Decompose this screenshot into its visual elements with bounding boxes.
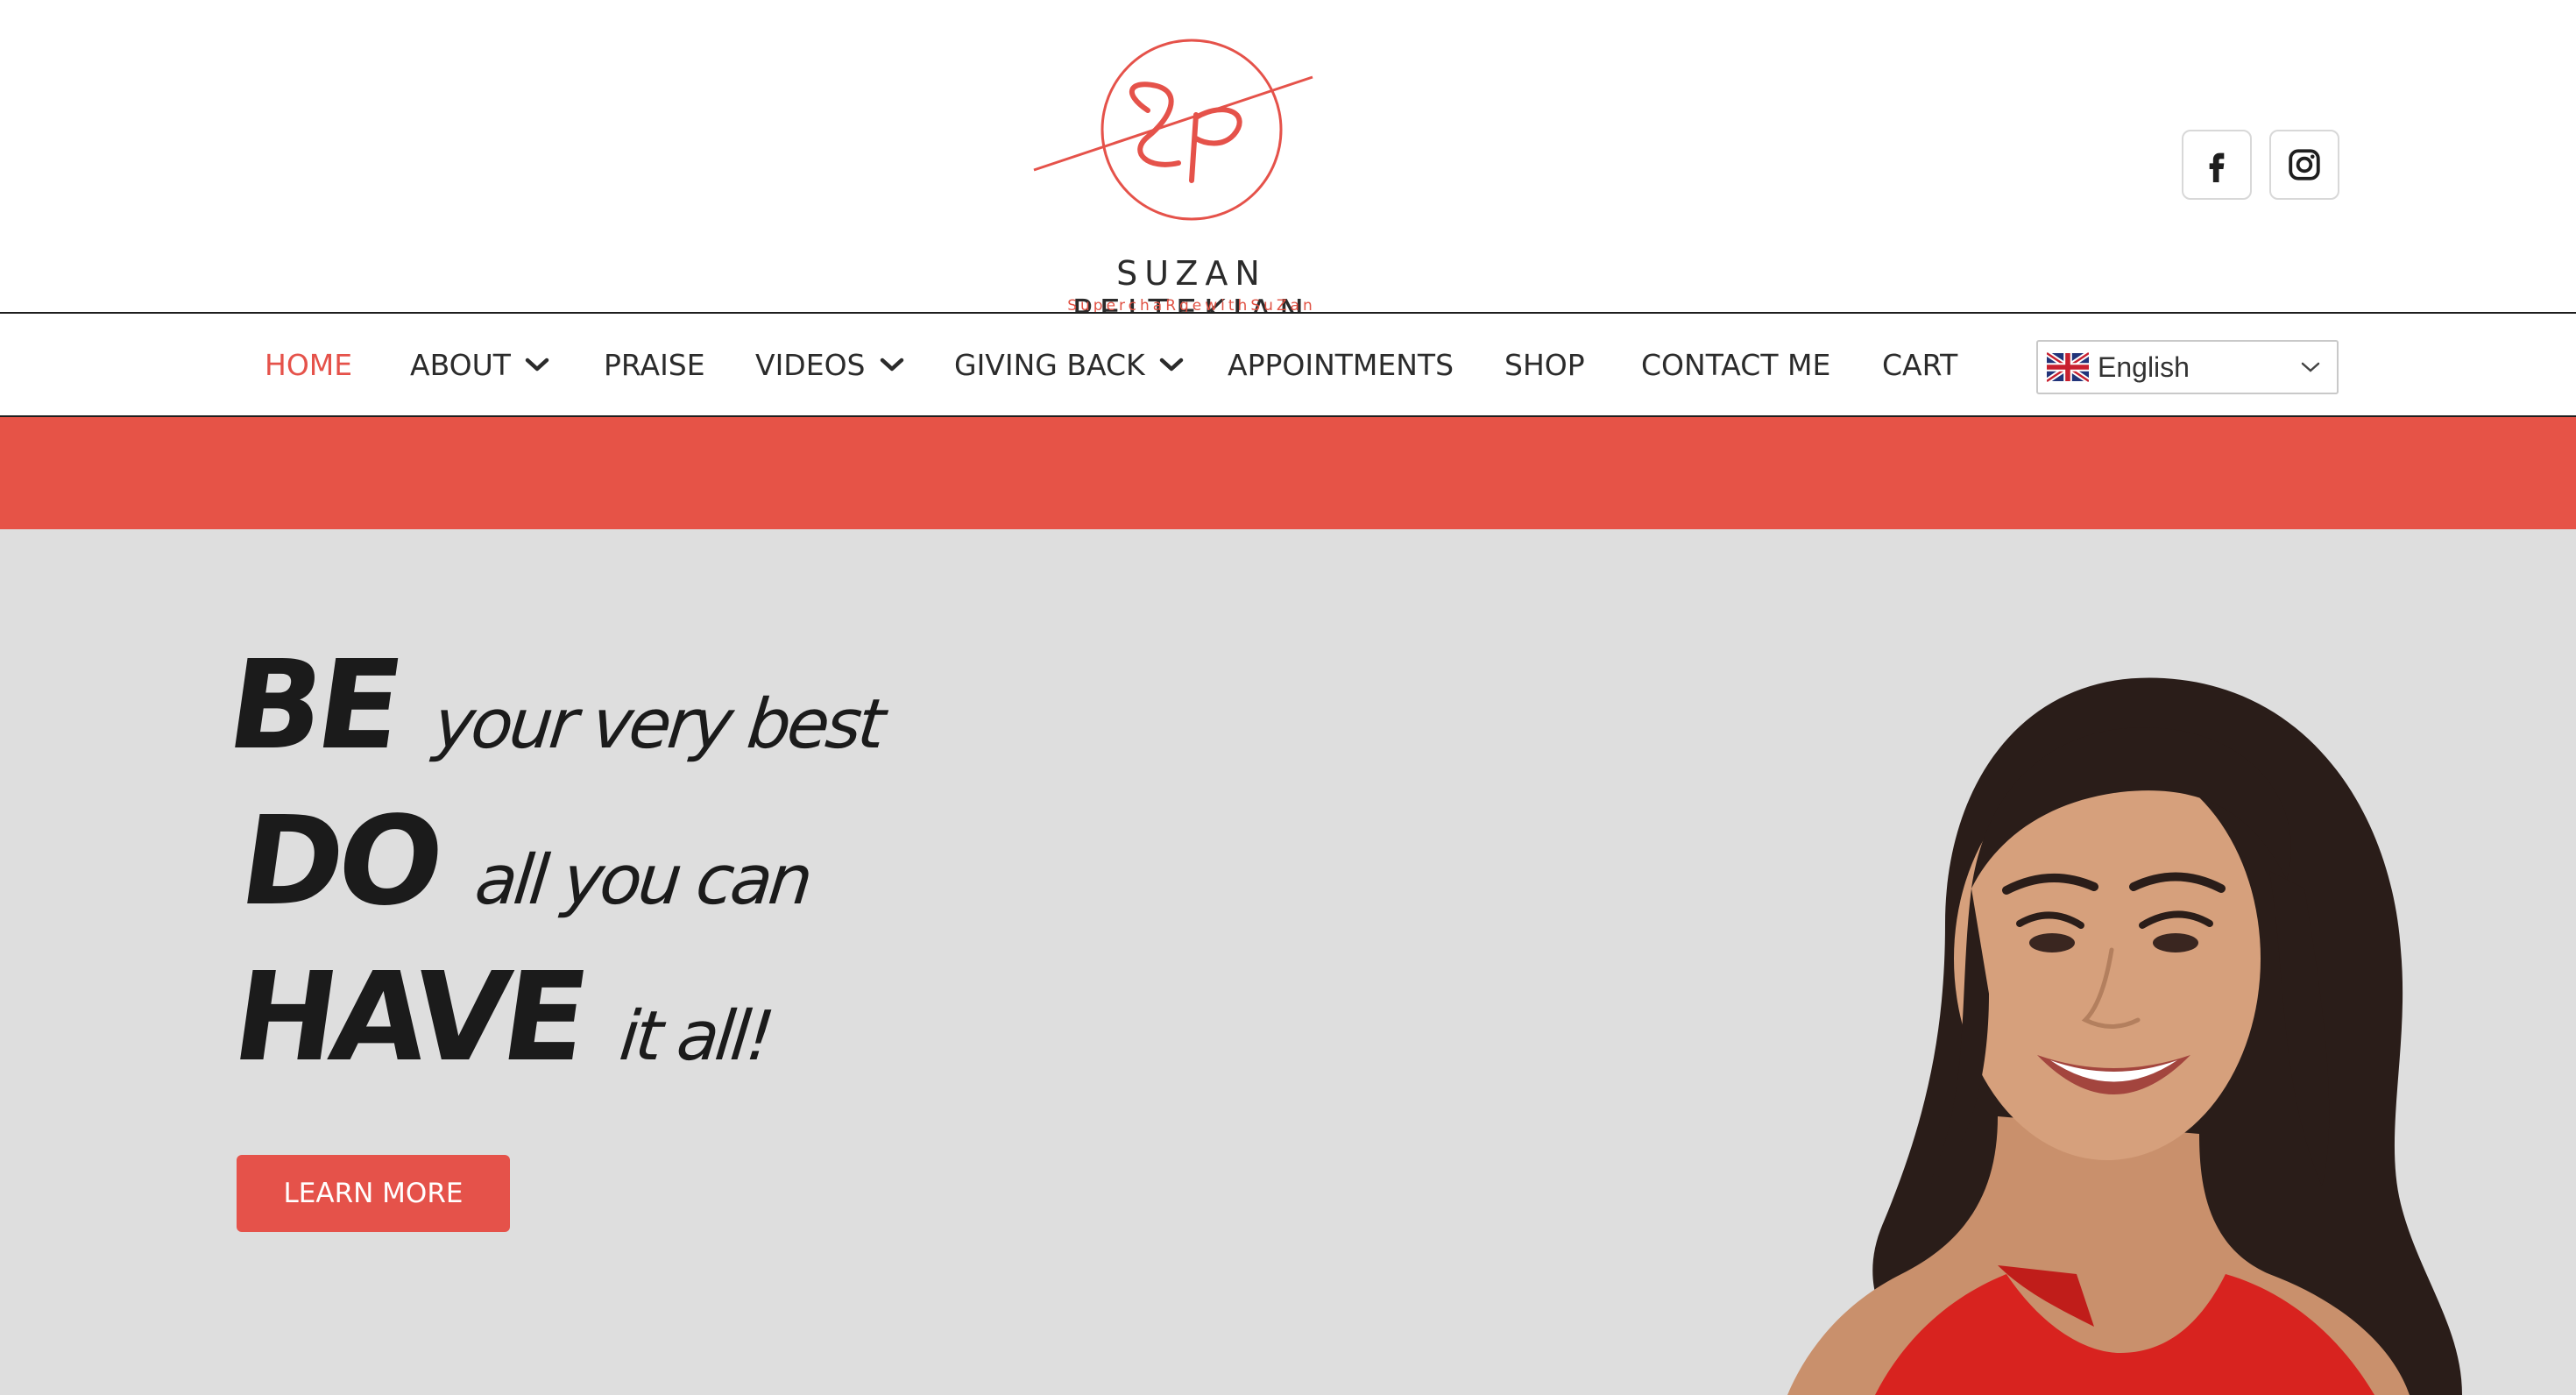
nav-label: GIVING BACK bbox=[954, 347, 1145, 382]
instagram-icon bbox=[2289, 149, 2320, 181]
nav-item-about[interactable]: ABOUT bbox=[410, 314, 549, 415]
site-logo[interactable]: SUZAN PELTEKIAN SuperchaRgewithSuZan bbox=[1016, 32, 1367, 331]
nav-item-home[interactable]: HOME bbox=[265, 314, 352, 415]
nav-label: APPOINTMENTS bbox=[1228, 347, 1454, 382]
nav-item-appointments[interactable]: APPOINTMENTS bbox=[1228, 314, 1454, 415]
portrait-photo bbox=[1787, 677, 2462, 1395]
tagline-row-be: BE your very best bbox=[220, 634, 887, 777]
chevron-down-icon bbox=[2301, 362, 2320, 372]
hero-section: BE your very best DO all you can HAVE it al… bbox=[0, 529, 2576, 1395]
nav-item-praise[interactable]: PRAISE bbox=[604, 314, 705, 415]
nav-item-contact-me[interactable]: CONTACT ME bbox=[1641, 314, 1830, 415]
chevron-down-icon bbox=[880, 358, 903, 372]
tagline-small: it all! bbox=[616, 997, 775, 1076]
facebook-icon bbox=[2209, 152, 2225, 182]
accent-banner bbox=[0, 417, 2576, 529]
learn-more-button[interactable]: LEARN MORE bbox=[237, 1155, 510, 1232]
main-nav: HOME ABOUT PRAISE VIDEOS GIVING BACK APP… bbox=[0, 312, 2576, 417]
language-select[interactable]: English bbox=[2036, 340, 2339, 394]
uk-flag-icon bbox=[2047, 352, 2089, 382]
nav-item-giving-back[interactable]: GIVING BACK bbox=[954, 314, 1184, 415]
tagline-big: HAVE bbox=[224, 946, 592, 1089]
instagram-button[interactable] bbox=[2269, 130, 2339, 200]
tagline-big: DO bbox=[231, 790, 448, 933]
nav-item-videos[interactable]: VIDEOS bbox=[755, 314, 904, 415]
facebook-button[interactable] bbox=[2182, 130, 2252, 200]
tagline-big: BE bbox=[219, 634, 407, 777]
site-header: SUZAN PELTEKIAN SuperchaRgewithSuZan bbox=[0, 0, 2576, 331]
tagline-row-have: HAVE it all! bbox=[225, 946, 775, 1089]
tagline-row-do: DO all you can bbox=[232, 790, 814, 933]
nav-label: PRAISE bbox=[604, 347, 705, 382]
nav-item-cart[interactable]: CART bbox=[1882, 314, 1957, 415]
nav-label: VIDEOS bbox=[755, 347, 866, 382]
chevron-down-icon bbox=[525, 358, 549, 372]
nav-label: CART bbox=[1882, 347, 1958, 382]
sp-monogram-icon bbox=[1033, 39, 1313, 221]
nav-label: SHOP bbox=[1504, 347, 1585, 382]
language-label: English bbox=[2098, 351, 2190, 383]
tagline-small: all you can bbox=[471, 841, 814, 920]
nav-label: ABOUT bbox=[410, 347, 511, 382]
nav-label: HOME bbox=[265, 347, 353, 382]
tagline-small: your very best bbox=[430, 685, 887, 764]
nav-item-shop[interactable]: SHOP bbox=[1504, 314, 1585, 415]
nav-label: CONTACT ME bbox=[1641, 347, 1831, 382]
chevron-down-icon bbox=[1159, 358, 1183, 372]
